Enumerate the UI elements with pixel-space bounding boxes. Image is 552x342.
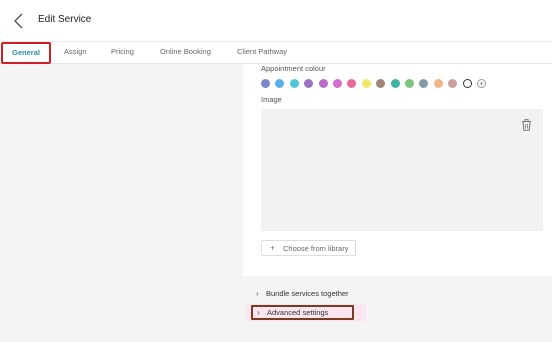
advanced-settings-label: Advanced settings [267,308,329,317]
colour-swatch[interactable] [289,79,299,88]
tab-general[interactable]: General [1,42,51,64]
bundle-services-label: Bundle services together [266,289,349,298]
colour-swatch[interactable] [419,79,429,88]
tab-assign[interactable]: Assign [64,42,87,64]
colour-swatch[interactable] [318,79,328,88]
plus-circle-icon[interactable]: + [477,79,486,88]
tab-client-pathway[interactable]: Client Pathway [237,42,287,64]
trash-icon[interactable] [521,119,532,131]
plus-icon: + [270,243,276,253]
advanced-settings-row: › Advanced settings [246,304,366,321]
appointment-colour-label: Appointment colour [261,64,326,73]
colour-swatch[interactable] [333,79,342,88]
colour-swatch[interactable] [347,79,357,88]
choose-from-library-label: Choose from library [283,244,349,253]
tab-online-booking[interactable]: Online Booking [160,42,211,64]
colour-swatch[interactable] [275,79,285,88]
chevron-left-icon[interactable] [11,12,27,30]
image-label: Image [261,95,282,104]
colour-swatch[interactable] [361,79,371,88]
page-title: Edit Service [38,14,92,25]
colour-swatch[interactable] [304,79,314,88]
tab-pricing[interactable]: Pricing [111,42,134,64]
header-bar: Edit Service [0,0,552,42]
choose-from-library-button[interactable]: + Choose from library [261,240,356,256]
colour-swatch-selected[interactable] [462,79,472,88]
colour-swatch[interactable] [376,79,386,88]
colour-swatch[interactable] [448,79,458,88]
advanced-settings-toggle[interactable]: › Advanced settings [251,305,354,320]
colour-swatch[interactable] [405,79,414,88]
tab-bar: General Assign Pricing Online Booking Cl… [0,42,552,64]
image-dropzone[interactable] [261,109,543,231]
general-settings-panel: Appointment colour + Image + Choose from… [243,64,552,276]
bundle-services-toggle[interactable]: › Bundle services together [256,289,349,298]
chevron-right-icon: › [256,289,259,298]
colour-swatch[interactable] [261,79,270,88]
chevron-right-icon: › [257,308,260,317]
colour-swatch[interactable] [433,79,443,88]
colour-swatch[interactable] [390,79,400,88]
